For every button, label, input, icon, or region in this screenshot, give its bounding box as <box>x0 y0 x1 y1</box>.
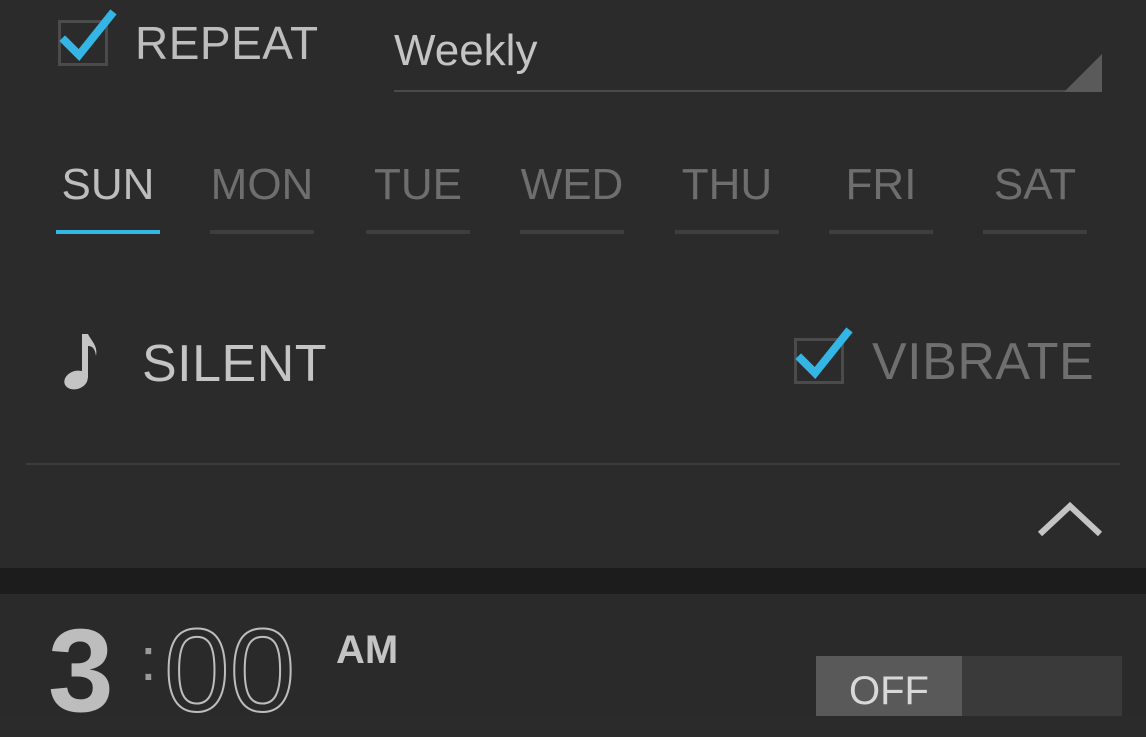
day-thu[interactable]: THU <box>675 160 779 234</box>
collapse-button[interactable] <box>1036 496 1104 540</box>
day-sat[interactable]: SAT <box>983 160 1087 234</box>
day-label: WED <box>520 160 624 209</box>
dropdown-underline <box>394 90 1102 92</box>
alarm-ampm: AM <box>336 628 399 672</box>
day-label: MON <box>210 160 314 209</box>
repeat-frequency-value: Weekly <box>394 26 538 75</box>
day-fri[interactable]: FRI <box>829 160 933 234</box>
checkmark-icon <box>59 9 117 61</box>
day-underline <box>210 230 314 234</box>
divider <box>26 463 1120 465</box>
day-wed[interactable]: WED <box>520 160 624 234</box>
day-underline <box>56 230 160 234</box>
chevron-up-icon <box>1037 501 1103 537</box>
music-note-icon[interactable] <box>62 334 98 397</box>
repeat-checkbox[interactable] <box>58 9 117 66</box>
vibrate-label: VIBRATE <box>872 333 1095 391</box>
day-underline <box>366 230 470 234</box>
day-underline <box>520 230 624 234</box>
day-label: FRI <box>845 160 917 209</box>
day-underline <box>829 230 933 234</box>
day-label: SUN <box>61 160 155 209</box>
day-label: THU <box>681 160 773 209</box>
day-underline <box>675 230 779 234</box>
day-label: SAT <box>993 160 1077 209</box>
day-tue[interactable]: TUE <box>366 160 470 234</box>
alarm-toggle[interactable]: OFF <box>816 656 1122 716</box>
ringtone-label[interactable]: SILENT <box>142 334 327 394</box>
toggle-off-label: OFF <box>816 656 962 716</box>
day-underline <box>983 230 1087 234</box>
repeat-frequency-dropdown[interactable]: Weekly <box>394 20 1102 94</box>
repeat-label: REPEAT <box>135 17 319 69</box>
vibrate-checkbox[interactable] <box>794 327 853 384</box>
day-label: TUE <box>374 160 462 209</box>
alarm-details-card: REPEAT Weekly SUN MON TUE WED THU FRI SAT SILE… <box>0 0 1146 568</box>
checkmark-icon <box>795 327 853 379</box>
alarm-hour[interactable]: 3 <box>48 612 114 730</box>
day-sun[interactable]: SUN <box>56 160 160 234</box>
dropdown-arrow-icon <box>1064 54 1102 92</box>
time-separator: : <box>140 626 157 693</box>
alarm-minutes[interactable]: 00 <box>163 611 296 731</box>
day-mon[interactable]: MON <box>210 160 314 234</box>
card-separator <box>0 568 1146 594</box>
